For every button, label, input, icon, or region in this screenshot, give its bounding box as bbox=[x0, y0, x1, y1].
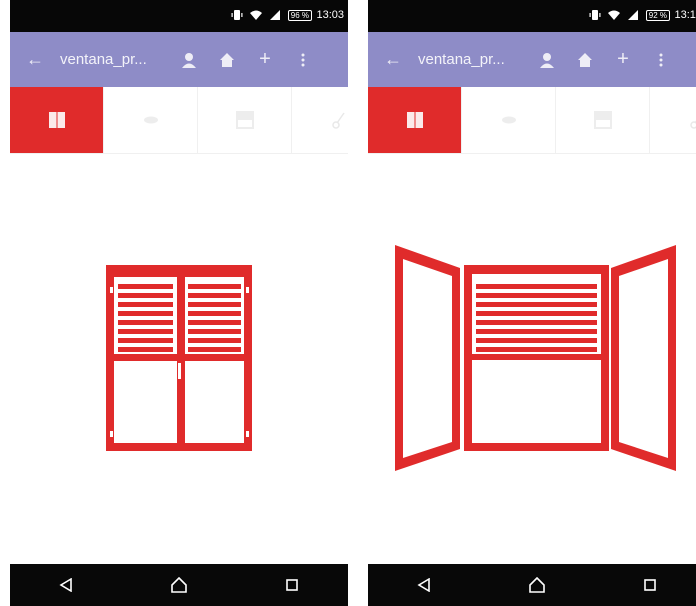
home-circle-icon[interactable] bbox=[517, 570, 557, 600]
blind-icon bbox=[235, 111, 254, 129]
window-display bbox=[368, 153, 696, 565]
more-vert-icon[interactable] bbox=[642, 53, 680, 67]
tab-window[interactable] bbox=[10, 87, 104, 153]
status-bar: 92 % 13:10 bbox=[368, 0, 696, 32]
back-arrow-icon[interactable]: ← bbox=[368, 49, 418, 70]
phone-screen-open: 92 % 13:10 ← ventana_pr... + bbox=[368, 0, 696, 606]
window-icon bbox=[406, 112, 423, 128]
status-time: 13:03 bbox=[316, 9, 344, 21]
light-icon bbox=[501, 116, 516, 124]
add-icon[interactable]: + bbox=[604, 48, 642, 71]
tab-settings[interactable] bbox=[650, 87, 696, 153]
device-tabs bbox=[10, 87, 348, 154]
wifi-icon bbox=[249, 10, 262, 20]
wifi-icon bbox=[607, 10, 620, 20]
window-icon bbox=[48, 112, 65, 128]
system-nav-bar bbox=[10, 564, 348, 606]
tab-blind[interactable] bbox=[198, 87, 292, 153]
vibrate-icon bbox=[589, 10, 601, 20]
battery-indicator: 92 % bbox=[645, 9, 670, 21]
recents-square-icon[interactable] bbox=[272, 570, 312, 600]
back-triangle-icon[interactable] bbox=[46, 570, 86, 600]
settings-icon bbox=[689, 119, 696, 129]
tab-light[interactable] bbox=[462, 87, 556, 153]
home-circle-icon[interactable] bbox=[159, 570, 199, 600]
phone-screen-closed: 96 % 13:03 ← ventana_pr... + bbox=[10, 0, 348, 606]
back-arrow-icon[interactable]: ← bbox=[10, 49, 60, 70]
add-icon[interactable]: + bbox=[246, 48, 284, 71]
status-bar: 96 % 13:03 bbox=[10, 0, 348, 32]
system-nav-bar bbox=[368, 564, 696, 606]
blind-icon bbox=[593, 111, 612, 129]
home-icon[interactable] bbox=[566, 52, 604, 68]
signal-icon bbox=[269, 10, 280, 20]
tab-window[interactable] bbox=[368, 87, 462, 153]
home-icon[interactable] bbox=[208, 52, 246, 68]
vibrate-icon bbox=[231, 10, 243, 20]
window-display bbox=[10, 153, 348, 565]
signal-icon bbox=[627, 10, 638, 20]
status-time: 13:10 bbox=[674, 9, 696, 21]
more-vert-icon[interactable] bbox=[284, 53, 322, 67]
window-open-graphic[interactable] bbox=[368, 153, 696, 565]
device-tabs bbox=[368, 87, 696, 154]
settings-icon bbox=[331, 112, 345, 129]
back-triangle-icon[interactable] bbox=[404, 570, 444, 600]
light-icon bbox=[143, 116, 158, 124]
person-icon[interactable] bbox=[528, 52, 566, 68]
battery-indicator: 96 % bbox=[287, 9, 312, 21]
app-toolbar: ← ventana_pr... + bbox=[368, 32, 696, 87]
toolbar-title: ventana_pr... bbox=[418, 51, 505, 68]
app-toolbar: ← ventana_pr... + bbox=[10, 32, 348, 87]
person-icon[interactable] bbox=[170, 52, 208, 68]
recents-square-icon[interactable] bbox=[630, 570, 670, 600]
tab-settings[interactable] bbox=[292, 87, 348, 153]
window-closed-graphic[interactable] bbox=[10, 153, 348, 565]
tab-light[interactable] bbox=[104, 87, 198, 153]
toolbar-title: ventana_pr... bbox=[60, 51, 147, 68]
tab-blind[interactable] bbox=[556, 87, 650, 153]
